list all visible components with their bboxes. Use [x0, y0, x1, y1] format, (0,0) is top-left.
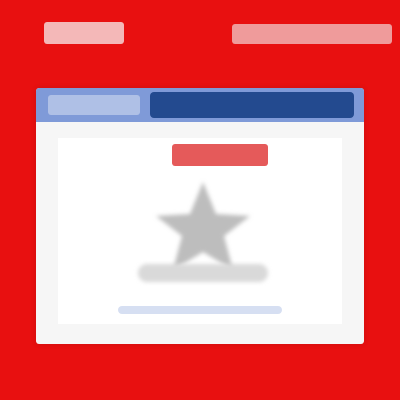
- dialog-window: [36, 88, 364, 344]
- title-left-block: [48, 95, 140, 115]
- dialog-content: [58, 138, 342, 324]
- window-titlebar: [36, 88, 364, 122]
- graphic-shadow: [138, 264, 268, 282]
- screenshot-frame: [0, 0, 400, 400]
- footer-line: [118, 306, 282, 314]
- logo: [44, 22, 124, 44]
- star-icon: [128, 176, 278, 296]
- top-right-area: [232, 24, 392, 44]
- top-bar: [0, 0, 400, 70]
- status-badge: [172, 144, 268, 166]
- star-shape: [156, 182, 250, 270]
- title-center-block: [150, 92, 354, 118]
